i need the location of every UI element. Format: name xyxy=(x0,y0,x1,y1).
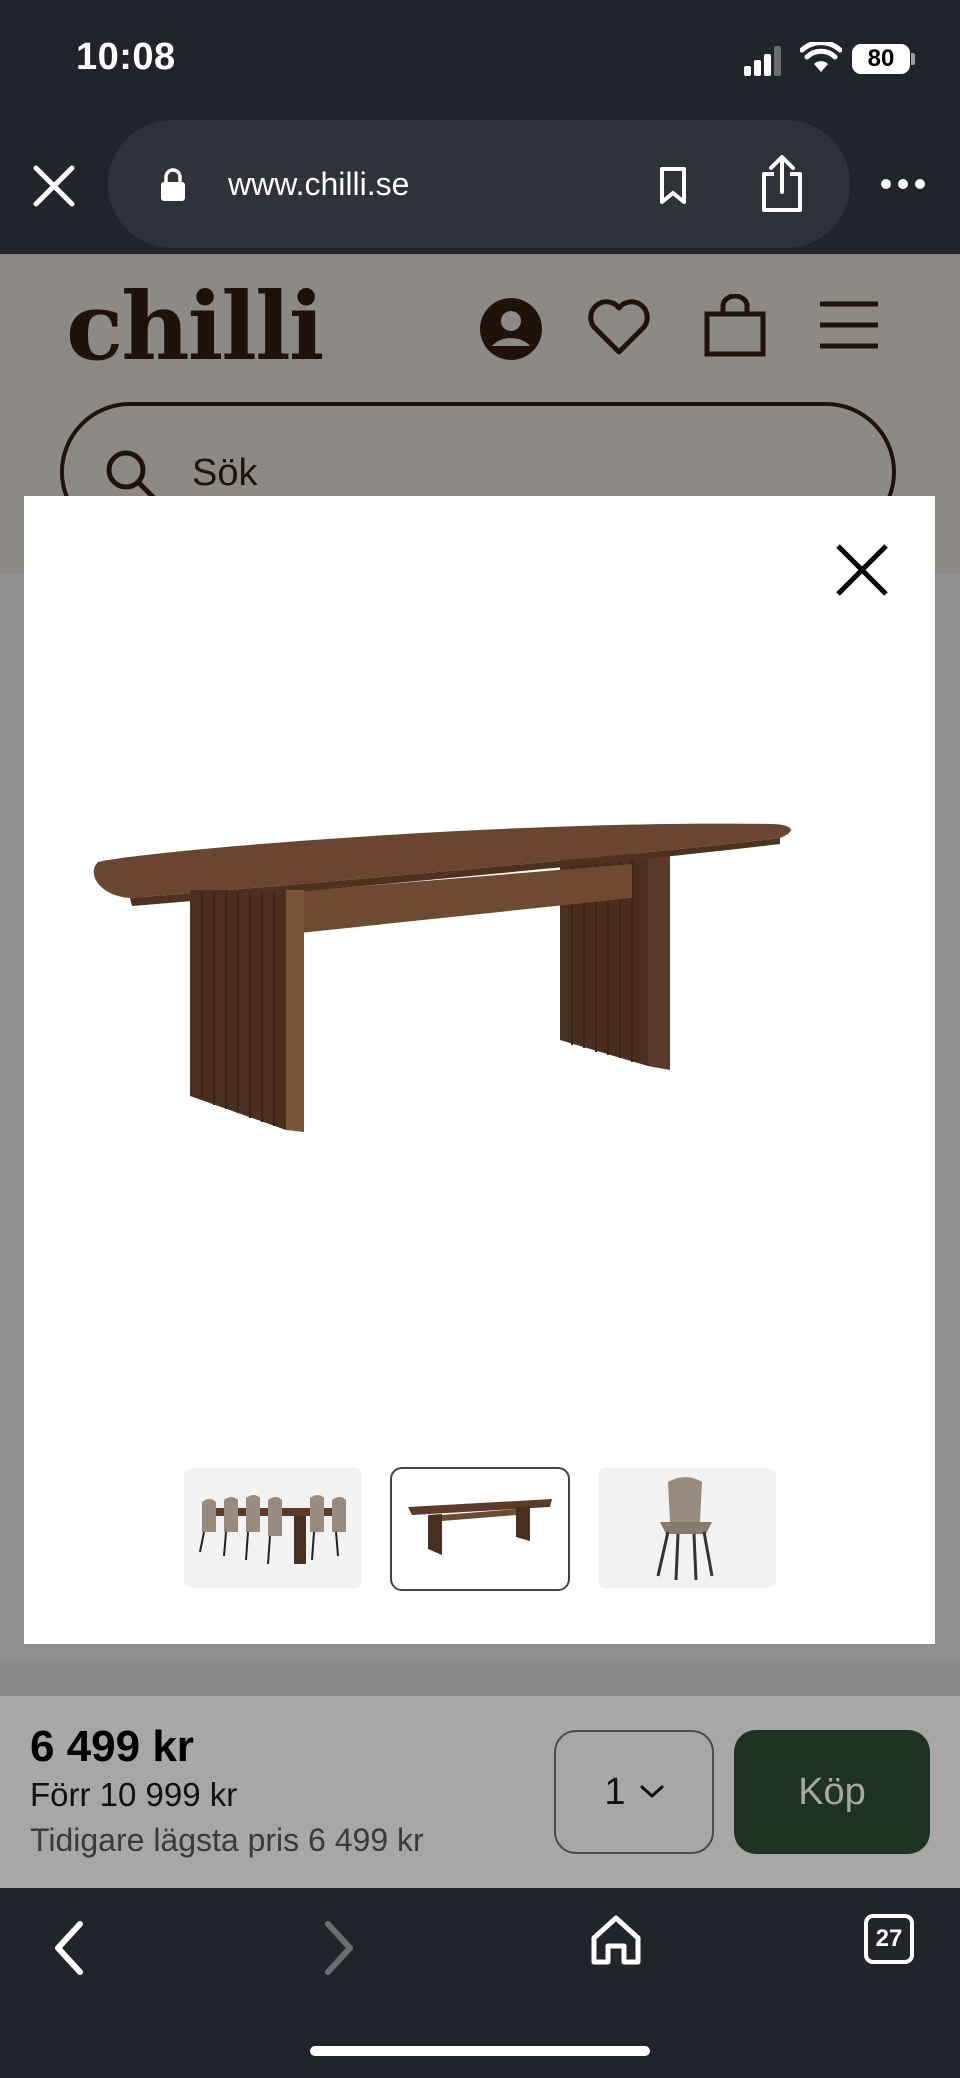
wifi-icon xyxy=(800,42,842,72)
battery-nub xyxy=(911,53,915,65)
more-icon[interactable] xyxy=(880,178,926,190)
thumbnail-chair[interactable] xyxy=(598,1468,776,1588)
page-content-peek xyxy=(0,1660,960,1696)
thumbnail-dining-set[interactable] xyxy=(184,1468,362,1588)
quantity-select[interactable]: 1 xyxy=(554,1730,714,1854)
buy-button[interactable]: Köp xyxy=(734,1730,930,1854)
home-indicator xyxy=(310,2046,650,2056)
back-icon[interactable] xyxy=(50,1916,90,1980)
forward-icon[interactable] xyxy=(318,1916,358,1980)
share-icon[interactable] xyxy=(758,154,806,214)
thumbnail-table[interactable] xyxy=(390,1467,570,1591)
previous-price: Förr 10 999 kr xyxy=(30,1776,238,1813)
address-bar[interactable] xyxy=(108,120,850,248)
product-image xyxy=(93,823,791,1132)
url-text[interactable]: www.chilli.se xyxy=(228,166,409,203)
chevron-down-icon xyxy=(640,1785,664,1798)
tabs-button[interactable]: 27 xyxy=(864,1914,914,1964)
product-price: 6 499 kr xyxy=(30,1722,194,1771)
clock: 10:08 xyxy=(76,36,176,78)
lock-icon xyxy=(161,168,185,201)
bookmark-icon[interactable] xyxy=(656,166,690,206)
close-icon[interactable] xyxy=(834,542,890,598)
battery-icon: 80 xyxy=(852,44,910,74)
home-icon[interactable] xyxy=(588,1912,644,1968)
lowest-price-note: Tidigare lägsta pris 6 499 kr xyxy=(30,1822,424,1858)
signal-icon xyxy=(744,46,781,76)
close-icon[interactable] xyxy=(28,160,80,212)
quantity-value: 1 xyxy=(604,1770,626,1813)
